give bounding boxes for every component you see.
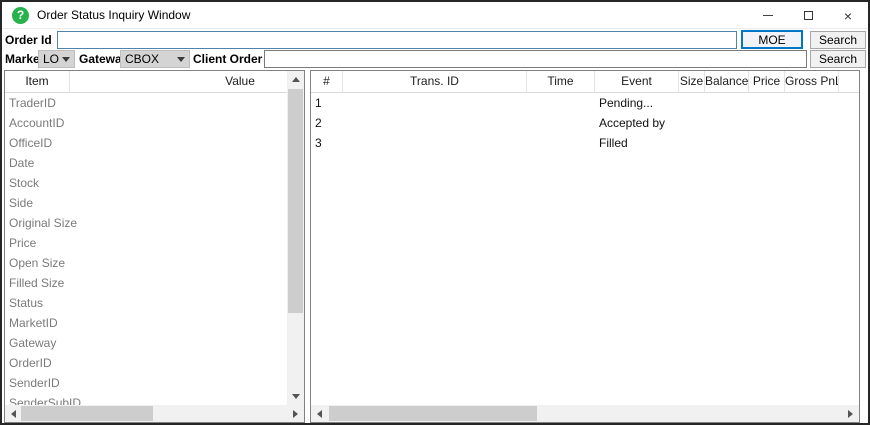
scroll-right-button[interactable]	[287, 405, 304, 422]
right-panel-header: # Trans. ID Time Event Size Balance Pric…	[311, 71, 859, 93]
list-item[interactable]: Filled Size	[5, 273, 225, 293]
list-item[interactable]: Date	[5, 153, 225, 173]
list-item[interactable]: TraderID	[5, 93, 225, 113]
scroll-up-button[interactable]	[287, 71, 304, 88]
scroll-left-icon	[11, 410, 16, 418]
list-item[interactable]: Side	[5, 193, 225, 213]
event-cell: Accepted by	[599, 113, 665, 133]
column-header-time[interactable]: Time	[527, 71, 595, 93]
search-button-bottom[interactable]: Search	[810, 50, 866, 68]
scroll-left-button[interactable]	[311, 405, 328, 422]
order-details-panel: Item Value TraderID AccountID OfficeID D…	[4, 70, 305, 423]
horizontal-scroll-thumb[interactable]	[329, 406, 537, 421]
scroll-right-icon	[293, 410, 298, 418]
row-number-cell: 1	[315, 93, 322, 113]
maximize-button[interactable]	[788, 2, 828, 29]
right-panel-horizontal-scrollbar[interactable]	[311, 405, 859, 422]
scroll-left-button[interactable]	[5, 405, 22, 422]
column-header-num[interactable]: #	[311, 71, 343, 93]
title-bar: ? Order Status Inquiry Window ×	[2, 2, 868, 29]
scroll-down-icon	[292, 394, 300, 399]
list-item[interactable]: Stock	[5, 173, 225, 193]
order-status-inquiry-window: ? Order Status Inquiry Window × Order Id…	[0, 0, 870, 425]
scroll-right-icon	[848, 410, 853, 418]
left-panel-header: Item Value	[5, 71, 304, 93]
moe-button[interactable]: MOE	[741, 30, 803, 49]
window-controls: ×	[748, 2, 868, 29]
column-header-balance[interactable]: Balance	[705, 71, 749, 93]
list-item[interactable]: Gateway	[5, 333, 225, 353]
minimize-button[interactable]	[748, 2, 788, 29]
close-icon: ×	[844, 9, 852, 23]
transactions-panel: # Trans. ID Time Event Size Balance Pric…	[310, 70, 860, 423]
list-item[interactable]: Price	[5, 233, 225, 253]
gateway-dropdown[interactable]: CBOX	[120, 50, 190, 68]
left-panel-horizontal-scrollbar[interactable]	[5, 405, 304, 422]
maximize-icon	[804, 11, 813, 20]
scroll-right-button[interactable]	[842, 405, 859, 422]
list-item[interactable]: OrderID	[5, 353, 225, 373]
horizontal-scroll-thumb[interactable]	[21, 406, 153, 421]
order-id-label: Order Id	[5, 31, 52, 49]
scroll-down-button[interactable]	[287, 388, 304, 405]
scroll-left-icon	[317, 410, 322, 418]
list-item[interactable]: SenderID	[5, 373, 225, 393]
gateway-dropdown-value: CBOX	[125, 52, 159, 66]
window-title: Order Status Inquiry Window	[37, 8, 190, 22]
column-header-event[interactable]: Event	[595, 71, 679, 93]
market-dropdown-value: LO	[43, 52, 59, 66]
list-item[interactable]: Open Size	[5, 253, 225, 273]
order-id-input[interactable]	[57, 31, 737, 49]
table-row[interactable]: 1 Pending...	[311, 93, 842, 113]
scroll-up-icon	[292, 77, 300, 82]
event-cell: Filled	[599, 133, 628, 153]
list-item[interactable]: AccountID	[5, 113, 225, 133]
column-header-price[interactable]: Price	[749, 71, 785, 93]
market-dropdown[interactable]: LO	[38, 50, 75, 68]
close-button[interactable]: ×	[828, 2, 868, 29]
list-item[interactable]: OfficeID	[5, 133, 225, 153]
column-header-gross-pnl[interactable]: Gross PnL	[785, 71, 839, 93]
minimize-icon	[763, 15, 773, 16]
chevron-down-icon	[177, 57, 185, 62]
event-cell: Pending...	[599, 93, 653, 113]
list-item[interactable]: Original Size	[5, 213, 225, 233]
row-number-cell: 2	[315, 113, 322, 133]
row-number-cell: 3	[315, 133, 322, 153]
column-header-size[interactable]: Size	[679, 71, 705, 93]
table-row[interactable]: 3 Filled	[311, 133, 842, 153]
search-button-top[interactable]: Search	[810, 31, 866, 49]
client-order-id-input[interactable]	[264, 50, 807, 68]
help-icon[interactable]: ?	[12, 7, 29, 24]
table-row[interactable]: 2 Accepted by	[311, 113, 842, 133]
column-header-item[interactable]: Item	[5, 71, 70, 93]
list-item[interactable]: Status	[5, 293, 225, 313]
column-header-trans-id[interactable]: Trans. ID	[343, 71, 527, 93]
left-panel-vertical-scrollbar[interactable]	[287, 71, 304, 405]
vertical-scroll-thumb[interactable]	[288, 89, 303, 313]
chevron-down-icon	[62, 57, 70, 62]
list-item[interactable]: MarketID	[5, 313, 225, 333]
